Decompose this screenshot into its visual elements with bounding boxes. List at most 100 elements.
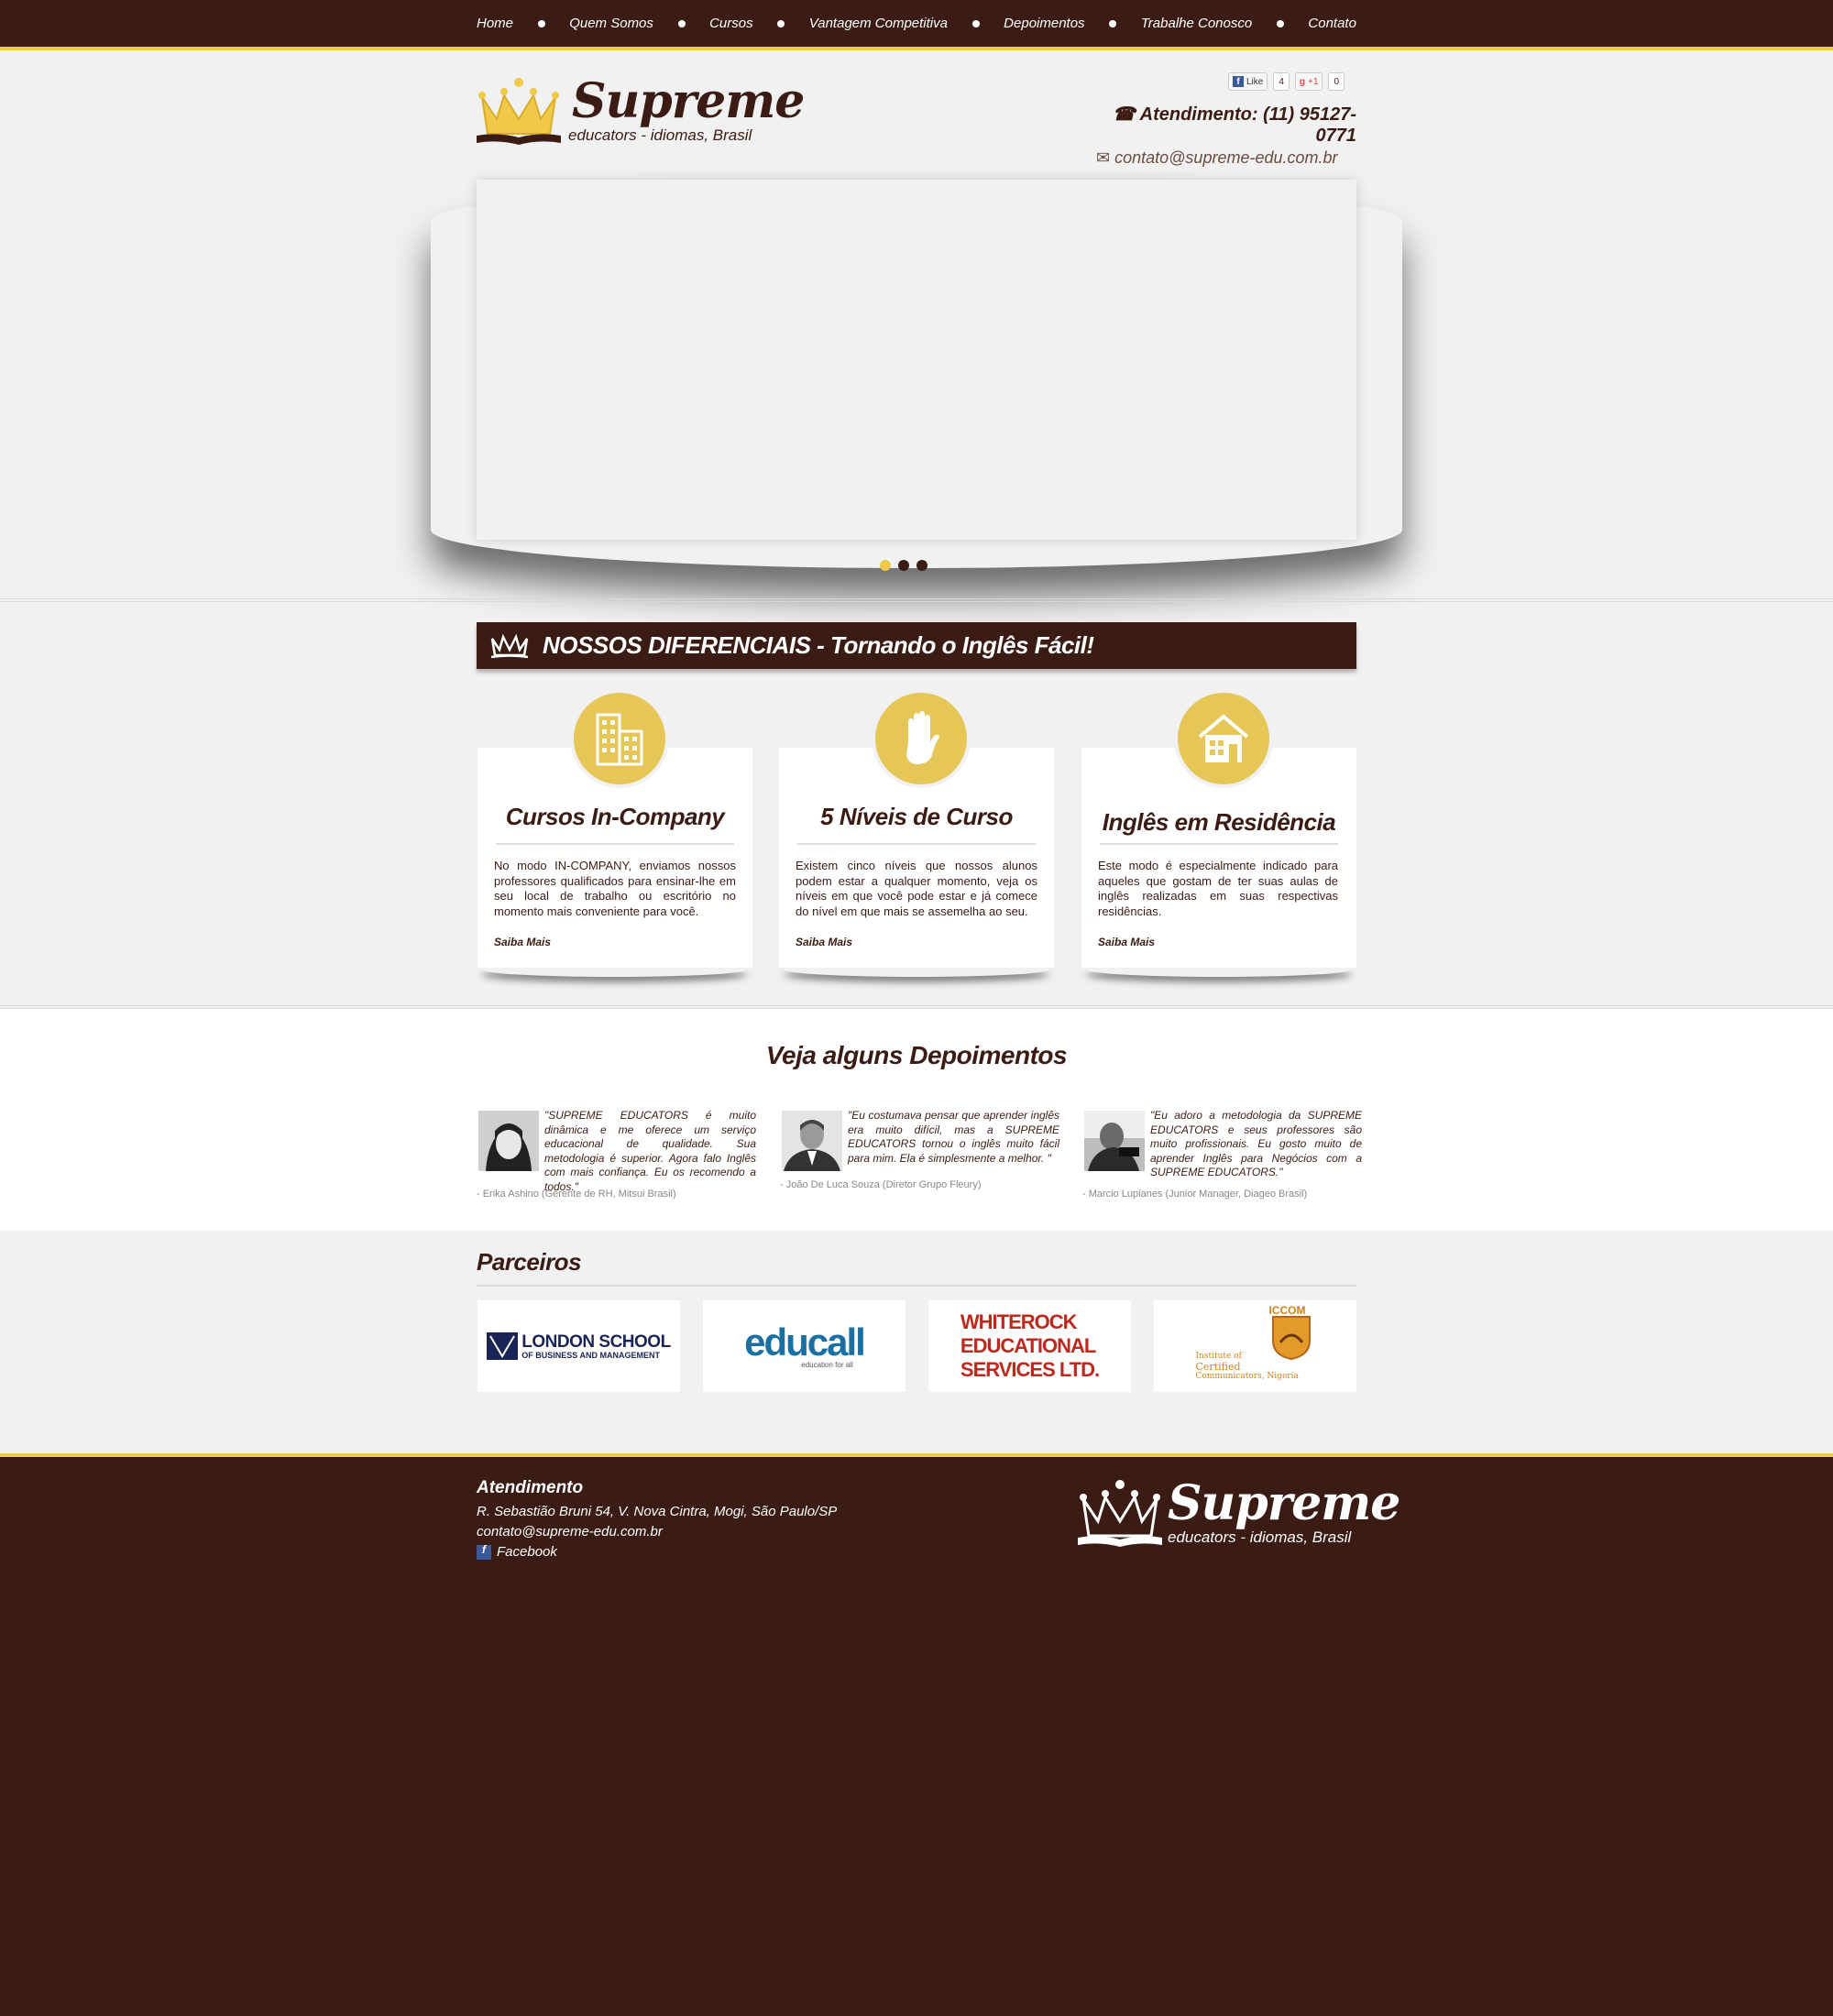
footer-email-link[interactable]: contato@supreme-edu.com.br — [477, 1522, 837, 1542]
crown-icon — [490, 633, 529, 658]
partner-name: LONDON SCHOOL — [521, 1331, 671, 1352]
footer-facebook-label: Facebook — [497, 1544, 557, 1560]
header-email-text: contato@supreme-edu.com.br — [1114, 148, 1338, 167]
diferenciais-header: NOSSOS DIFERENCIAIS - Tornando o Inglês … — [477, 622, 1356, 669]
feature-card-niveis: 5 Níveis de Curso Existem cinco níveis q… — [779, 689, 1054, 968]
nav-separator — [1109, 20, 1117, 27]
card-divider — [797, 843, 1036, 845]
card-divider — [496, 843, 734, 845]
card-text: Existem cinco níveis que nossos alunos p… — [796, 859, 1037, 918]
card-text: No modo IN-COMPANY, enviamos nossos prof… — [494, 859, 736, 918]
partner-educall[interactable]: educall education for all — [703, 1300, 906, 1392]
testimonial-quote: "Eu adoro a metodologia da SUPREME EDUCA… — [1150, 1109, 1362, 1178]
footer-address: R. Sebastião Bruni 54, V. Nova Cintra, M… — [477, 1504, 838, 1519]
card-saiba-mais-link[interactable]: Saiba Mais — [796, 936, 852, 948]
partners-title: Parceiros — [477, 1248, 582, 1276]
partner-subtitle-line-2: Certified — [1195, 1361, 1241, 1373]
partner-subtitle: education for all — [801, 1360, 853, 1369]
testimonial-quote: "SUPREME EDUCATORS é muito dinâmica e me… — [544, 1109, 756, 1193]
testimonial-author: - Marcio Lupianes (Junior Manager, Diage… — [1082, 1189, 1308, 1200]
gplus-button[interactable]: g +1 — [1294, 72, 1323, 91]
testimonial-avatar — [1084, 1111, 1145, 1171]
top-navigation: Home Quem Somos Cursos Vantagem Competit… — [0, 0, 1833, 50]
testimonial-avatar — [782, 1111, 842, 1171]
footer-facebook-link[interactable]: f Facebook — [477, 1542, 837, 1562]
card-saiba-mais-link[interactable]: Saiba Mais — [494, 936, 551, 948]
testimonial-author: - João De Luca Souza (Diretor Grupo Fleu… — [780, 1179, 982, 1190]
card-icon-circle — [570, 689, 669, 788]
partner-subtitle-line-3: Communicators, Nigeria — [1195, 1372, 1299, 1381]
nav-depoimentos[interactable]: Depoimentos — [1004, 16, 1084, 31]
nav-separator — [971, 20, 980, 27]
partner-subtitle: OF BUSINESS AND MANAGEMENT — [521, 1350, 660, 1360]
envelope-icon: ✉ — [1096, 148, 1111, 167]
facebook-icon: f — [477, 1543, 491, 1560]
slider-pagination — [880, 560, 927, 571]
house-icon — [1198, 714, 1249, 762]
nav-separator — [777, 20, 785, 27]
logo-name: Supreme — [572, 73, 805, 129]
footer-logo[interactable]: Supreme educators - idiomas, Brasil — [1078, 1475, 1400, 1552]
card-icon-circle — [1174, 689, 1273, 788]
card-title: Inglês em Residência — [1102, 808, 1336, 836]
partner-iccom[interactable]: ICCOM Institute of Certified Communicato… — [1154, 1300, 1356, 1392]
gplus-label: +1 — [1308, 76, 1319, 87]
header-phone-text: Atendimento: (11) 95127-0771 — [1139, 104, 1356, 146]
facebook-icon: f — [1233, 76, 1244, 87]
footer-logo-tagline: educators - idiomas, Brasil — [1168, 1528, 1352, 1546]
slider-dot-1[interactable] — [880, 560, 891, 571]
footer-contact-info: Atendimento R. Sebastião Bruni 54, V. No… — [477, 1478, 837, 1562]
section-divider — [0, 598, 1833, 602]
nav-separator — [1276, 20, 1284, 27]
partner-name-line-2: EDUCATIONAL — [960, 1334, 1096, 1357]
nav-contato[interactable]: Contato — [1308, 16, 1356, 31]
facebook-like-count: 4 — [1273, 72, 1290, 91]
nav-separator — [537, 20, 545, 27]
testimonials-title: Veja alguns Depoimentos — [765, 1041, 1068, 1069]
header-phone: ☎ Atendimento: (11) 95127-0771 — [1096, 103, 1356, 147]
london-school-logo-icon — [487, 1332, 519, 1360]
gplus-icon: g — [1299, 76, 1306, 87]
feature-card-in-company: Cursos In-Company No modo IN-COMPANY, en… — [477, 689, 752, 968]
card-title: Cursos In-Company — [505, 803, 725, 830]
footer-heading: Atendimento — [477, 1478, 584, 1497]
header-email[interactable]: ✉ contato@supreme-edu.com.br — [1096, 148, 1356, 168]
card-saiba-mais-link[interactable]: Saiba Mais — [1098, 936, 1155, 948]
testimonial-avatar — [478, 1111, 539, 1171]
partner-name: WHITEROCK — [960, 1310, 1078, 1333]
site-footer — [0, 1453, 1833, 2016]
facebook-like-button[interactable]: f Like — [1228, 72, 1268, 91]
partner-london-school[interactable]: LONDON SCHOOL OF BUSINESS AND MANAGEMENT — [477, 1300, 680, 1392]
testimonial-author: - Erika Ashino (Gerente de RH, Mitsui Br… — [477, 1189, 676, 1200]
hand-icon — [906, 711, 939, 764]
header-contact: ☎ Atendimento: (11) 95127-0771 ✉ contato… — [1096, 103, 1356, 168]
nav-separator — [677, 20, 686, 27]
gplus-count: 0 — [1328, 72, 1345, 91]
nav-vantagem-competitiva[interactable]: Vantagem Competitiva — [809, 16, 948, 31]
site-logo[interactable]: Supreme educators - idiomas, Brasil — [477, 73, 805, 150]
card-divider — [1100, 843, 1338, 845]
footer-logo-name: Supreme — [1168, 1475, 1400, 1531]
slider-dot-3[interactable] — [916, 560, 927, 571]
nav-quem-somos[interactable]: Quem Somos — [569, 16, 653, 31]
logo-tagline: educators - idiomas, Brasil — [568, 126, 752, 144]
crown-book-icon — [477, 78, 561, 145]
card-icon-circle — [872, 689, 971, 788]
partner-name: educall — [744, 1320, 866, 1364]
building-icon — [596, 713, 643, 766]
partner-name-line-3: SERVICES LTD. — [960, 1358, 1100, 1381]
nav-trabalhe-conosco[interactable]: Trabalhe Conosco — [1141, 16, 1252, 31]
partner-whiterock[interactable]: WHITEROCK EDUCATIONAL SERVICES LTD. — [928, 1300, 1131, 1392]
image-slider[interactable] — [477, 180, 1356, 540]
nav-cursos[interactable]: Cursos — [709, 16, 753, 31]
testimonial-quote: "Eu costumava pensar que aprender inglês… — [848, 1109, 1059, 1165]
feature-card-residencia: Inglês em Residência Este modo é especia… — [1081, 689, 1356, 968]
social-buttons: f Like 4 g +1 0 — [1228, 72, 1345, 91]
diferenciais-title: NOSSOS DIFERENCIAIS - Tornando o Inglês … — [543, 631, 1094, 659]
slider-dot-2[interactable] — [898, 560, 909, 571]
nav-home[interactable]: Home — [477, 16, 513, 31]
facebook-like-label: Like — [1246, 76, 1264, 87]
crown-book-icon — [1078, 1480, 1162, 1547]
card-text: Este modo é especialmente indicado para … — [1098, 859, 1338, 918]
partners-divider — [477, 1285, 1356, 1287]
